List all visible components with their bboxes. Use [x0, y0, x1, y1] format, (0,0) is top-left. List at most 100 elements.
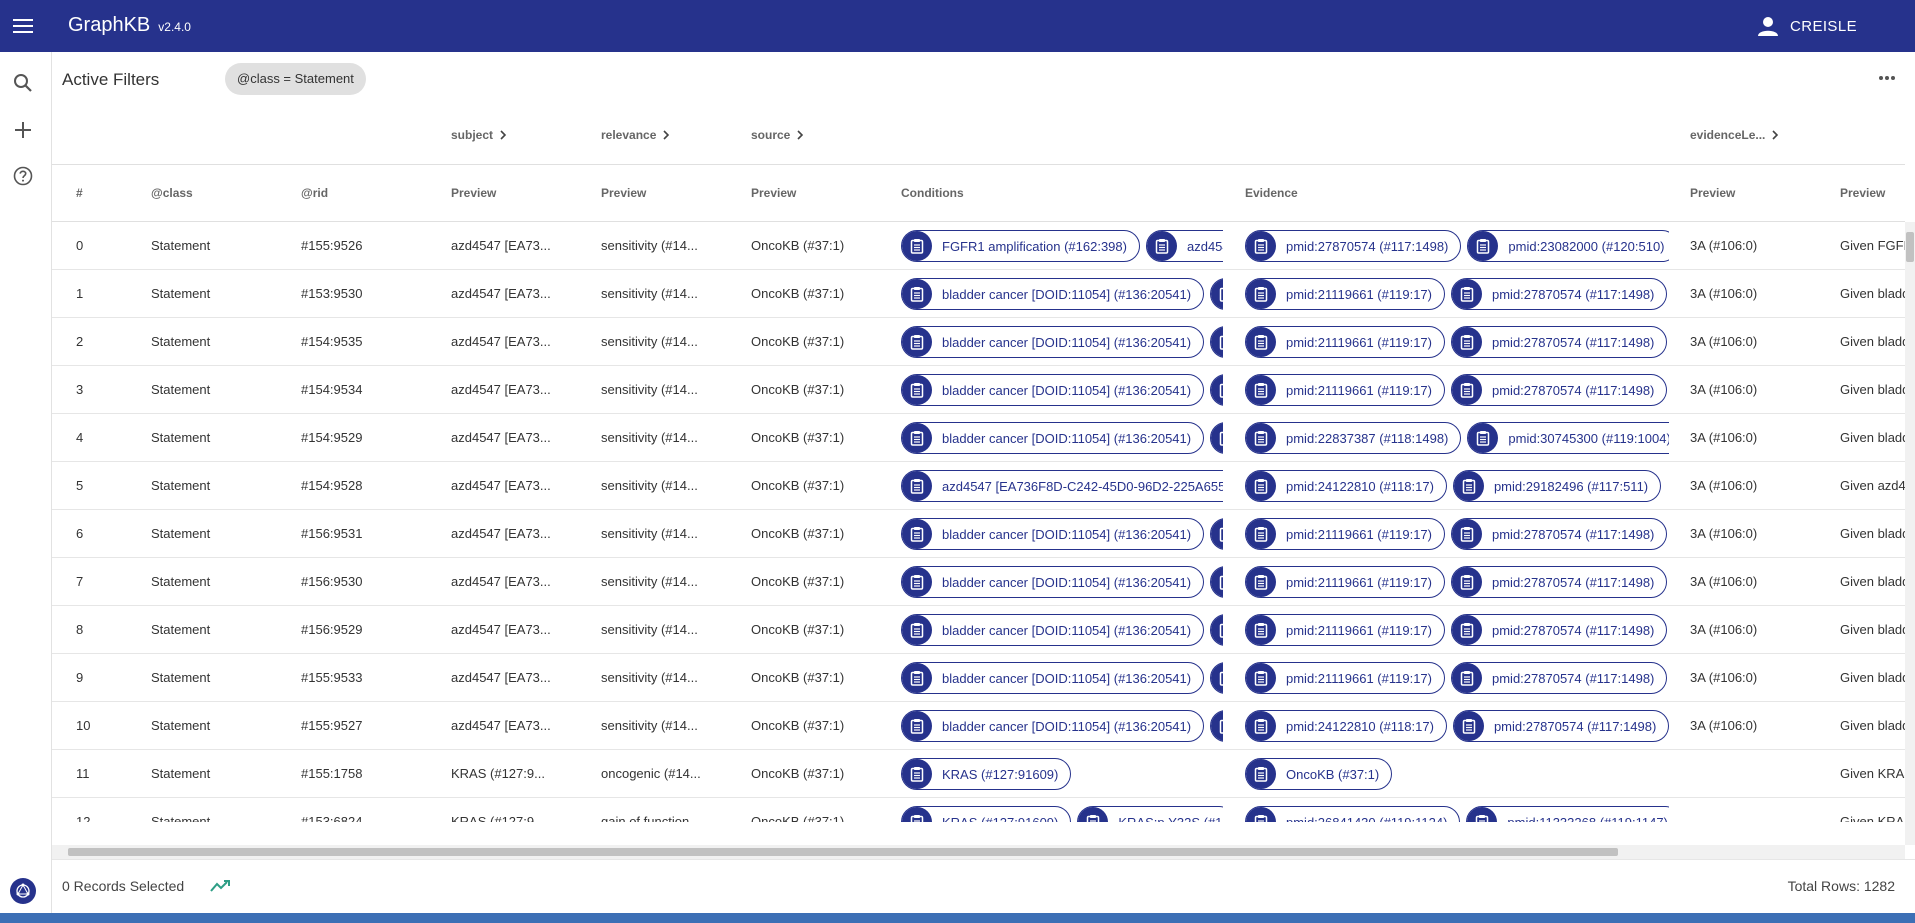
- evidence-chip[interactable]: pmid:21119661 (#119:17): [1245, 278, 1445, 310]
- cell-source-preview[interactable]: OncoKB (#37:1): [751, 462, 891, 510]
- evidence-chip[interactable]: pmid:26841430 (#119:1124): [1245, 806, 1461, 822]
- cell-evidence-level-preview[interactable]: 3A (#106:0): [1690, 702, 1830, 750]
- evidence-chip[interactable]: pmid:27870574 (#117:1498): [1451, 326, 1668, 358]
- cell-relevance-preview[interactable]: gain of function...: [601, 798, 741, 822]
- cell-subject-preview[interactable]: azd4547 [EA73...: [451, 462, 591, 510]
- condition-chip[interactable]: azd4547: [1145, 230, 1223, 262]
- condition-chip[interactable]: bladder cancer [DOID:11054] (#136:20541): [901, 422, 1205, 454]
- cell-subject-preview[interactable]: KRAS (#127:9...: [451, 750, 591, 798]
- cell-subject-preview[interactable]: azd4547 [EA73...: [451, 222, 591, 270]
- table-row[interactable]: 2 Statement #154:9535 azd4547 [EA73... sensi…: [52, 318, 1905, 366]
- cell-subject-preview[interactable]: azd4547 [EA73...: [451, 558, 591, 606]
- cell-relevance-preview[interactable]: sensitivity (#14...: [601, 414, 741, 462]
- condition-chip[interactable]: azd4547 [EA736F8D-C242-45D0-96D2-225A655: [901, 470, 1223, 502]
- group-header-source[interactable]: source: [751, 128, 804, 142]
- cell-evidence-level-preview[interactable]: 3A (#106:0): [1690, 366, 1830, 414]
- cell-description-preview[interactable]: Given bladder: [1840, 414, 1905, 462]
- condition-chip[interactable]: bladder cancer [DOID:11054] (#136:20541): [901, 566, 1205, 598]
- cell-source-preview[interactable]: OncoKB (#37:1): [751, 222, 891, 270]
- cell-evidence-level-preview[interactable]: 3A (#106:0): [1690, 318, 1830, 366]
- condition-chip[interactable]: FGFR: [1210, 278, 1223, 310]
- column-header-conditions[interactable]: Conditions: [901, 186, 964, 200]
- table-row[interactable]: 12 Statement #153:6824 KRAS (#127:9... gain …: [52, 798, 1905, 822]
- condition-chip[interactable]: bladder cancer [DOID:11054] (#136:20541): [901, 662, 1205, 694]
- condition-chip[interactable]: bladder cancer [DOID:11054] (#136:20541): [901, 614, 1205, 646]
- evidence-chip[interactable]: pmid:22837387 (#118:1498): [1245, 422, 1462, 454]
- cell-subject-preview[interactable]: azd4547 [EA73...: [451, 318, 591, 366]
- cell-relevance-preview[interactable]: sensitivity (#14...: [601, 318, 741, 366]
- evidence-chip[interactable]: pmid:27870574 (#117:1498): [1451, 614, 1668, 646]
- group-header-relevance[interactable]: relevance: [601, 128, 670, 142]
- evidence-chip[interactable]: pmid:21119661 (#119:17): [1245, 326, 1445, 358]
- table-row[interactable]: 6 Statement #156:9531 azd4547 [EA73... sensi…: [52, 510, 1905, 558]
- evidence-chip[interactable]: pmid:27870574 (#117:1498): [1451, 278, 1668, 310]
- cell-description-preview[interactable]: Given KRAS: [1840, 798, 1905, 822]
- condition-chip[interactable]: bladder cancer [DOID:11054] (#136:20541): [901, 278, 1205, 310]
- evidence-chip[interactable]: pmid:23082000 (#120:510): [1467, 230, 1669, 262]
- column-header-class[interactable]: @class: [151, 186, 193, 200]
- table-row[interactable]: 5 Statement #154:9528 azd4547 [EA73... sensi…: [52, 462, 1905, 510]
- table-row[interactable]: 10 Statement #155:9527 azd4547 [EA73... sens…: [52, 702, 1905, 750]
- cell-relevance-preview[interactable]: sensitivity (#14...: [601, 654, 741, 702]
- table-row[interactable]: 4 Statement #154:9529 azd4547 [EA73... sensi…: [52, 414, 1905, 462]
- table-row[interactable]: 9 Statement #155:9533 azd4547 [EA73... sensi…: [52, 654, 1905, 702]
- condition-chip[interactable]: bladder cancer [DOID:11054] (#136:20541): [901, 374, 1205, 406]
- table-row[interactable]: 7 Statement #156:9530 azd4547 [EA73... sensi…: [52, 558, 1905, 606]
- column-header-evidence-level-preview[interactable]: Preview: [1690, 186, 1735, 200]
- group-header-evidence-level[interactable]: evidenceLe...: [1690, 128, 1779, 142]
- graph-view-button[interactable]: [207, 874, 235, 898]
- table-row[interactable]: 0 Statement #155:9526 azd4547 [EA73... sensi…: [52, 222, 1905, 270]
- user-menu-button[interactable]: CREISLE: [1756, 0, 1857, 52]
- cell-source-preview[interactable]: OncoKB (#37:1): [751, 366, 891, 414]
- evidence-chip[interactable]: pmid:27870574 (#117:1498): [1245, 230, 1462, 262]
- cell-source-preview[interactable]: OncoKB (#37:1): [751, 606, 891, 654]
- cell-evidence-level-preview[interactable]: 3A (#106:0): [1690, 462, 1830, 510]
- condition-chip[interactable]: FGFR: [1210, 518, 1223, 550]
- condition-chip[interactable]: KRAS:p.Y32S (#1: [1077, 806, 1223, 822]
- cell-source-preview[interactable]: OncoKB (#37:1): [751, 558, 891, 606]
- horizontal-scroll-thumb[interactable]: [68, 848, 1618, 856]
- column-header-relevance-preview[interactable]: Preview: [601, 186, 646, 200]
- evidence-chip[interactable]: pmid:24122810 (#118:17): [1245, 470, 1447, 502]
- cell-evidence-level-preview[interactable]: [1690, 798, 1830, 822]
- condition-chip[interactable]: FGFR1 amplification (#162:398): [901, 230, 1140, 262]
- cell-subject-preview[interactable]: azd4547 [EA73...: [451, 270, 591, 318]
- column-header-description-preview[interactable]: Preview: [1840, 186, 1885, 200]
- cell-relevance-preview[interactable]: oncogenic (#14...: [601, 750, 741, 798]
- vertical-scrollbar[interactable]: [1905, 222, 1915, 845]
- column-header-index[interactable]: #: [76, 186, 83, 200]
- search-button[interactable]: [0, 63, 45, 103]
- group-header-subject[interactable]: subject: [451, 128, 507, 142]
- cell-description-preview[interactable]: Given bladder: [1840, 558, 1905, 606]
- condition-chip[interactable]: FGFR: [1210, 662, 1223, 694]
- cell-source-preview[interactable]: OncoKB (#37:1): [751, 318, 891, 366]
- evidence-chip[interactable]: pmid:27870574 (#117:1498): [1451, 374, 1668, 406]
- cell-source-preview[interactable]: OncoKB (#37:1): [751, 798, 891, 822]
- condition-chip[interactable]: FGFR: [1210, 566, 1223, 598]
- cell-description-preview[interactable]: Given bladder: [1840, 270, 1905, 318]
- evidence-chip[interactable]: pmid:21119661 (#119:17): [1245, 662, 1445, 694]
- evidence-chip[interactable]: pmid:11333268 (#119:1147): [1466, 806, 1669, 822]
- cell-relevance-preview[interactable]: sensitivity (#14...: [601, 510, 741, 558]
- cell-subject-preview[interactable]: azd4547 [EA73...: [451, 654, 591, 702]
- cell-evidence-level-preview[interactable]: 3A (#106:0): [1690, 606, 1830, 654]
- graphkb-logo-icon[interactable]: [10, 878, 36, 904]
- cell-evidence-level-preview[interactable]: 3A (#106:0): [1690, 558, 1830, 606]
- condition-chip[interactable]: bladder cancer [DOID:11054] (#136:20541): [901, 710, 1205, 742]
- cell-description-preview[interactable]: Given FGFR1: [1840, 222, 1905, 270]
- cell-evidence-level-preview[interactable]: 3A (#106:0): [1690, 414, 1830, 462]
- cell-source-preview[interactable]: OncoKB (#37:1): [751, 270, 891, 318]
- cell-source-preview[interactable]: OncoKB (#37:1): [751, 414, 891, 462]
- cell-subject-preview[interactable]: azd4547 [EA73...: [451, 702, 591, 750]
- condition-chip[interactable]: KRAS (#127:91609): [901, 758, 1072, 790]
- cell-subject-preview[interactable]: azd4547 [EA73...: [451, 366, 591, 414]
- evidence-chip[interactable]: pmid:27870574 (#117:1498): [1451, 662, 1668, 694]
- condition-chip[interactable]: bladder cancer [DOID:11054] (#136:20541): [901, 518, 1205, 550]
- condition-chip[interactable]: FGFR: [1210, 326, 1223, 358]
- more-options-button[interactable]: [1873, 66, 1901, 90]
- table-row[interactable]: 11 Statement #155:1758 KRAS (#127:9... oncog…: [52, 750, 1905, 798]
- cell-relevance-preview[interactable]: sensitivity (#14...: [601, 558, 741, 606]
- column-header-evidence[interactable]: Evidence: [1245, 186, 1298, 200]
- cell-description-preview[interactable]: Given bladder: [1840, 606, 1905, 654]
- cell-subject-preview[interactable]: azd4547 [EA73...: [451, 606, 591, 654]
